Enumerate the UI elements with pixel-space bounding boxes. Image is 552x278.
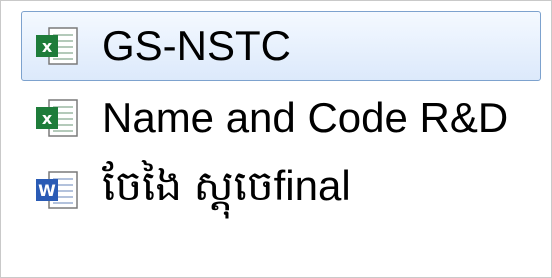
file-item-gs-nstc[interactable]: x GS-NSTC <box>21 11 541 81</box>
file-name: GS-NSTC <box>102 22 291 69</box>
word-file-icon: W <box>32 165 84 215</box>
excel-file-icon: x <box>32 21 84 71</box>
file-list: x GS-NSTC x Name and Code R&D W ចែងៃ ស្ដ… <box>21 11 541 227</box>
file-list-panel: x GS-NSTC x Name and Code R&D W ចែងៃ ស្ដ… <box>0 0 552 278</box>
excel-file-icon: x <box>32 93 84 143</box>
file-name: ចែងៃ ស្ដុចេfinal <box>102 162 351 209</box>
file-name: Name and Code R&D <box>102 94 509 141</box>
svg-text:W: W <box>38 181 56 200</box>
svg-text:x: x <box>42 37 53 56</box>
svg-text:x: x <box>42 109 53 128</box>
file-item-final[interactable]: W ចែងៃ ស្ដុចេfinal <box>21 155 541 225</box>
file-item-name-and-code[interactable]: x Name and Code R&D <box>21 83 541 153</box>
